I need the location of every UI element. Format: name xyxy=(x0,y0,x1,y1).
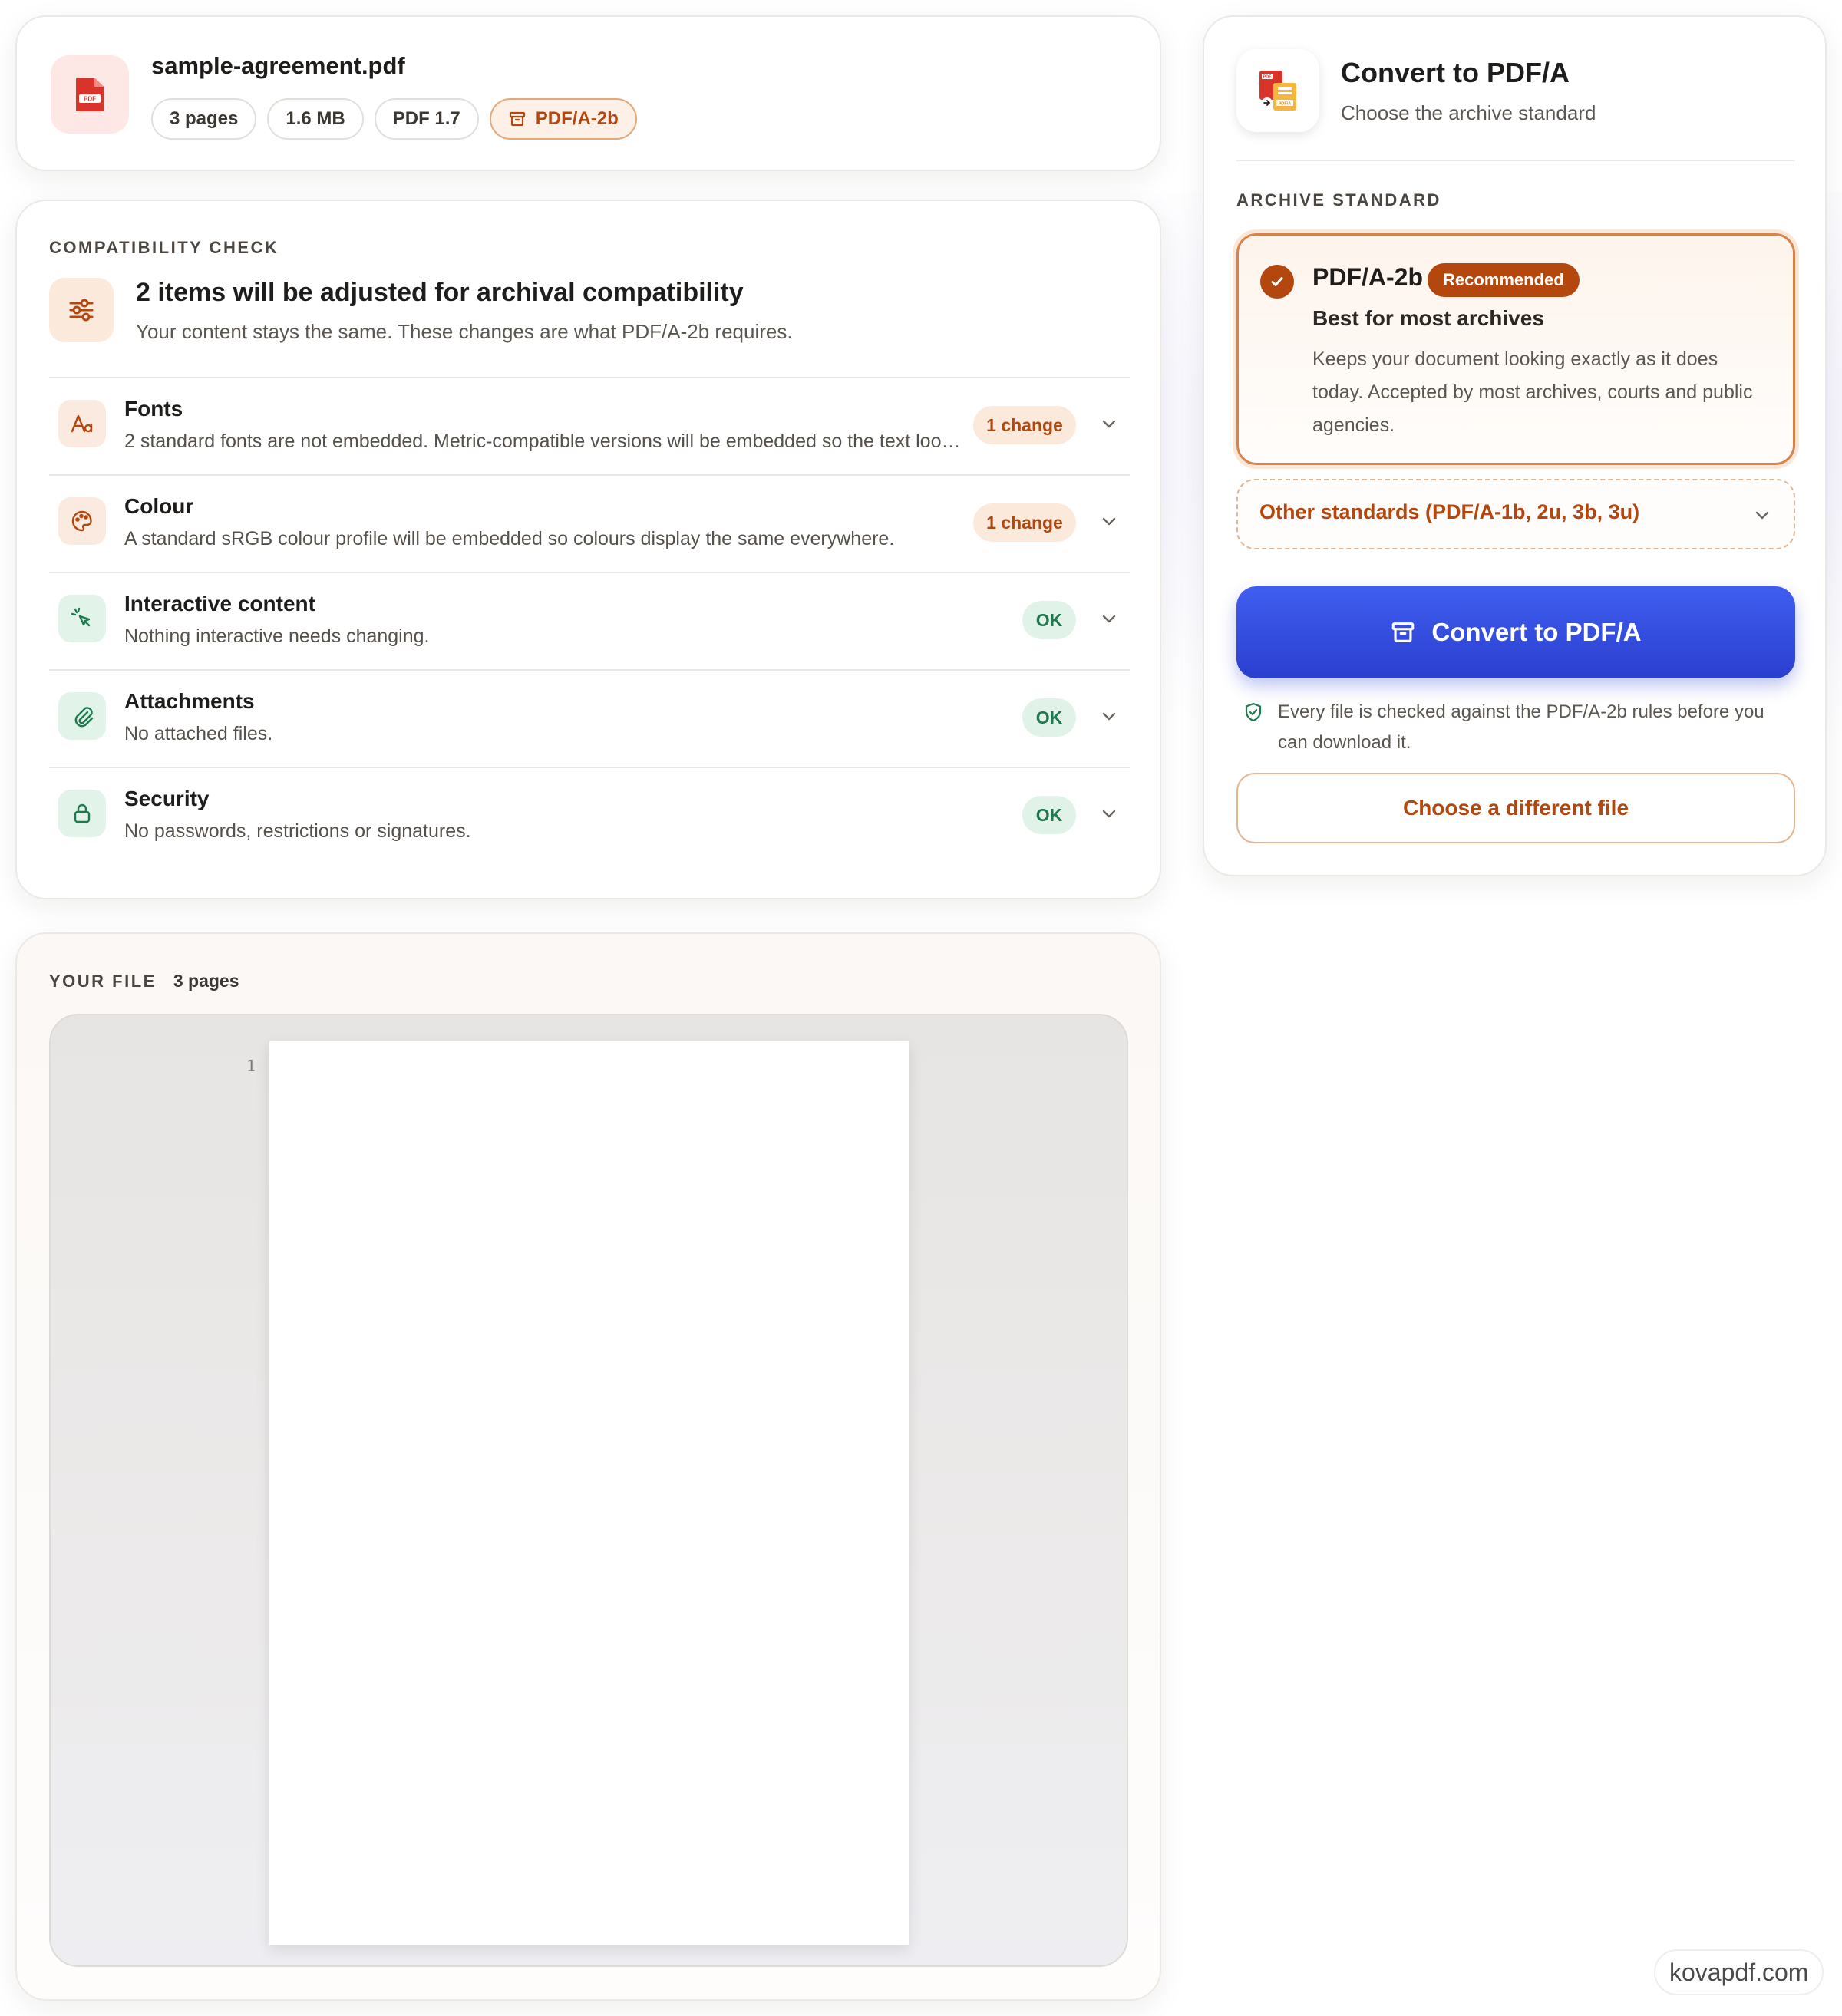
svg-text:PDF: PDF xyxy=(84,96,96,103)
sliders-icon xyxy=(49,278,114,342)
pdf-version-chip: PDF 1.7 xyxy=(374,98,479,140)
pdf-file-icon: PDF xyxy=(51,55,129,134)
section-label: COMPATIBILITY CHECK xyxy=(49,238,279,257)
choose-different-file-button[interactable]: Choose a different file xyxy=(1236,773,1795,843)
chevron-down-icon[interactable] xyxy=(1098,704,1121,728)
standard-description: Keeps your document looking exactly as i… xyxy=(1312,348,1753,436)
paperclip-icon xyxy=(58,692,106,740)
check-item-title: Attachments xyxy=(124,689,255,713)
svg-text:PDF: PDF xyxy=(1263,75,1273,80)
summary-subtitle: Your content stays the same. These chang… xyxy=(136,320,793,343)
check-item-description: 2 standard fonts are not embedded. Metri… xyxy=(124,431,961,452)
section-label: YOUR FILE xyxy=(49,972,157,991)
divider xyxy=(1236,160,1795,161)
check-item-description: Nothing interactive needs changing. xyxy=(124,625,430,647)
preview-header: YOUR FILE 3 pages xyxy=(49,971,239,992)
file-preview-card: YOUR FILE 3 pages 1 xyxy=(15,932,1161,2001)
chevron-down-icon[interactable] xyxy=(1098,802,1121,825)
file-header-card: PDF sample-agreement.pdf 3 pages 1.6 MB … xyxy=(15,15,1161,171)
recommended-badge: Recommended xyxy=(1428,263,1580,297)
status-badge: OK xyxy=(1022,796,1076,834)
chevron-down-icon[interactable] xyxy=(1098,607,1121,630)
other-standards-label: Other standards (PDF/A-1b, 2u, 3b, 3u) xyxy=(1259,500,1640,523)
file-size-chip: 1.6 MB xyxy=(267,98,364,140)
page-number: 1 xyxy=(246,1057,256,1075)
file-name: sample-agreement.pdf xyxy=(151,52,405,79)
validation-note-text: Every file is checked against the PDF/A-… xyxy=(1278,701,1764,753)
panel-title: Convert to PDF/A xyxy=(1341,57,1570,88)
check-item-description: No passwords, restrictions or signatures… xyxy=(124,820,471,842)
panel-subtitle: Choose the archive standard xyxy=(1341,101,1596,124)
palette-icon xyxy=(58,497,106,545)
check-item-title: Colour xyxy=(124,494,194,518)
font-icon xyxy=(58,400,106,447)
svg-text:PDF/A: PDF/A xyxy=(1279,102,1292,107)
convert-button-label: Convert to PDF/A xyxy=(1431,618,1642,646)
target-standard-label: PDF/A-2b xyxy=(535,108,619,129)
check-item-description: A standard sRGB colour profile will be e… xyxy=(124,528,895,549)
check-item-title: Security xyxy=(124,787,210,810)
archive-icon xyxy=(1392,622,1415,642)
standard-name: PDF/A-2b xyxy=(1312,263,1423,291)
check-item-interactive[interactable]: Interactive content Nothing interactive … xyxy=(49,572,1130,669)
preview-page-count: 3 pages xyxy=(173,971,239,991)
chevron-down-icon xyxy=(1755,511,1769,520)
check-item-security[interactable]: Security No passwords, restrictions or s… xyxy=(49,767,1130,864)
file-meta-chips: 3 pages 1.6 MB PDF 1.7 PDF/A-2b xyxy=(151,98,637,140)
check-item-description: No attached files. xyxy=(124,723,273,744)
check-items-list: Fonts 2 standard fonts are not embedded.… xyxy=(49,377,1130,864)
pdf-to-pdfa-icon: PDF PDF/A xyxy=(1236,49,1319,132)
target-standard-chip: PDF/A-2b xyxy=(489,98,637,140)
site-watermark: kovapdf.com xyxy=(1654,1949,1824,1995)
page-thumbnail[interactable] xyxy=(269,1041,909,1945)
check-item-colour[interactable]: Colour A standard sRGB colour profile wi… xyxy=(49,474,1130,572)
check-item-fonts[interactable]: Fonts 2 standard fonts are not embedded.… xyxy=(49,377,1130,474)
status-badge: 1 change xyxy=(973,406,1076,444)
standard-tagline: Best for most archives xyxy=(1312,306,1544,330)
check-item-title: Interactive content xyxy=(124,592,315,615)
archive-icon xyxy=(509,111,525,127)
status-badge: OK xyxy=(1022,698,1076,737)
page-count-chip: 3 pages xyxy=(151,98,257,140)
summary-title: 2 items will be adjusted for archival co… xyxy=(136,278,744,307)
convert-button[interactable]: Convert to PDF/A xyxy=(1236,586,1795,678)
status-badge: OK xyxy=(1022,601,1076,639)
shield-check-icon xyxy=(1245,702,1262,722)
check-item-title: Fonts xyxy=(124,397,183,421)
check-item-attachments[interactable]: Attachments No attached files. OK xyxy=(49,669,1130,767)
status-badge: 1 change xyxy=(973,503,1076,542)
page-preview-area[interactable]: 1 xyxy=(49,1014,1128,1967)
compatibility-check-card: COMPATIBILITY CHECK 2 items will be adju… xyxy=(15,200,1161,899)
chevron-down-icon[interactable] xyxy=(1098,510,1121,533)
cursor-click-icon xyxy=(58,595,106,642)
standard-option-pdfa-2b[interactable]: PDF/A-2b Recommended Best for most archi… xyxy=(1236,233,1795,465)
other-standards-dropdown[interactable]: Other standards (PDF/A-1b, 2u, 3b, 3u) xyxy=(1236,479,1795,549)
section-label: ARCHIVE STANDARD xyxy=(1236,190,1441,210)
chevron-down-icon[interactable] xyxy=(1098,412,1121,435)
convert-panel: PDF PDF/A Convert to PDF/A Choose the ar… xyxy=(1203,15,1827,876)
check-icon xyxy=(1260,265,1294,299)
lock-icon xyxy=(58,790,106,837)
